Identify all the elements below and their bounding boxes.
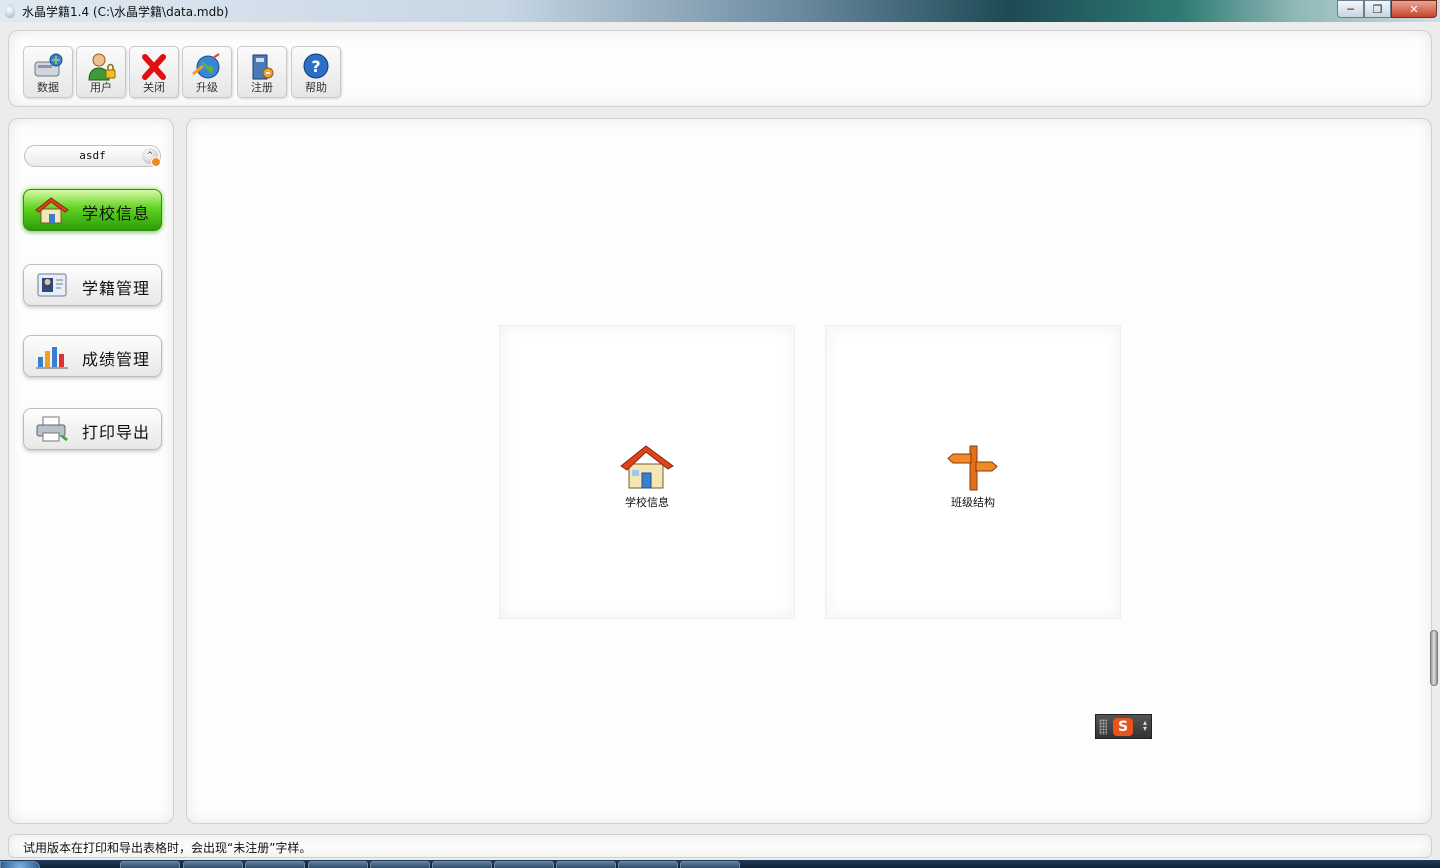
user-select-value: asdf (79, 149, 106, 162)
taskbar-item[interactable] (370, 861, 430, 868)
data-button-label: 数据 (37, 81, 59, 94)
main-content: 学校信息 班级结构 (186, 118, 1432, 824)
app-icon (5, 4, 15, 18)
upgrade-button[interactable]: 升级 (182, 46, 232, 98)
user-button[interactable]: 用户 (76, 46, 126, 98)
sidebar-item-label: 学校信息 (82, 204, 151, 223)
taskbar-item[interactable] (432, 861, 492, 868)
start-button[interactable] (0, 861, 40, 868)
sidebar-item-school-info[interactable]: 学校信息 (23, 189, 162, 231)
student-card-icon (37, 273, 67, 297)
taskbar-item[interactable] (183, 861, 243, 868)
help-icon: ? (303, 53, 329, 79)
sidebar-item-grades[interactable]: 成绩管理 (23, 335, 162, 377)
school-house-icon (35, 197, 69, 224)
toolbar: 数据 用户 关闭 升级 注册 ? 帮助 (8, 30, 1432, 107)
user-lock-icon (88, 53, 116, 81)
register-button-label: 注册 (251, 81, 273, 94)
upgrade-button-label: 升级 (196, 81, 218, 94)
class-structure-card[interactable]: 班级结构 (825, 325, 1121, 619)
ime-logo-icon[interactable]: S (1113, 718, 1133, 736)
taskbar-item[interactable] (494, 861, 554, 868)
ime-menu-icon[interactable]: ▴ ▾ (1143, 719, 1147, 733)
taskbar-item[interactable] (308, 861, 368, 868)
help-button[interactable]: ? 帮助 (291, 46, 341, 98)
scrollbar-thumb[interactable] (1430, 630, 1438, 686)
close-window-button[interactable]: ✕ (1391, 0, 1437, 18)
user-button-label: 用户 (90, 81, 112, 94)
minimize-button[interactable]: ─ (1337, 0, 1364, 18)
sidebar-item-label: 打印导出 (82, 423, 151, 442)
register-button[interactable]: 注册 (237, 46, 287, 98)
class-structure-card-label: 班级结构 (951, 496, 995, 509)
status-bar: 试用版本在打印和导出表格时，会出现“未注册”字样。 (8, 834, 1432, 858)
taskbar-item[interactable] (680, 861, 740, 868)
signpost-icon (947, 445, 998, 491)
status-text: 试用版本在打印和导出表格时，会出现“未注册”字样。 (23, 841, 312, 855)
data-button[interactable]: 数据 (23, 46, 73, 98)
sidebar-item-student-records[interactable]: 学籍管理 (23, 264, 162, 306)
taskbar-item[interactable] (618, 861, 678, 868)
school-info-card-label: 学校信息 (625, 496, 669, 509)
close-x-icon (142, 54, 166, 80)
grades-chart-icon (36, 347, 68, 369)
sidebar-item-label: 成绩管理 (82, 350, 151, 369)
chevron-up-icon[interactable]: ^ (142, 148, 161, 167)
printer-icon (36, 416, 68, 442)
taskbar-item[interactable] (556, 861, 616, 868)
taskbar (0, 860, 1440, 868)
help-button-label: 帮助 (305, 81, 327, 94)
drag-handle-icon[interactable] (1099, 719, 1107, 735)
sidebar: asdf ^ 学校信息 学籍管理 成绩管理 打印导出 (8, 118, 174, 824)
window-controls: ─ ❐ ✕ (1337, 0, 1437, 18)
close-button[interactable]: 关闭 (129, 46, 179, 98)
maximize-button[interactable]: ❐ (1364, 0, 1391, 18)
close-button-label: 关闭 (143, 81, 165, 94)
title-bar: 水晶学籍1.4 (C:\水晶学籍\data.mdb) ─ ❐ ✕ (0, 0, 1440, 22)
taskbar-item[interactable] (120, 861, 180, 868)
school-house-icon (620, 445, 674, 489)
sidebar-item-label: 学籍管理 (82, 279, 151, 298)
window-title: 水晶学籍1.4 (C:\水晶学籍\data.mdb) (22, 5, 229, 19)
register-icon (252, 54, 274, 80)
ime-toolbar[interactable]: S ▴ ▾ (1095, 714, 1152, 739)
svg-text:?: ? (311, 57, 320, 76)
database-icon (34, 53, 63, 77)
user-select[interactable]: asdf ^ (24, 145, 161, 167)
taskbar-item[interactable] (245, 861, 305, 868)
upgrade-globe-icon (192, 53, 220, 79)
school-info-card[interactable]: 学校信息 (499, 325, 795, 619)
sidebar-item-print-export[interactable]: 打印导出 (23, 408, 162, 450)
